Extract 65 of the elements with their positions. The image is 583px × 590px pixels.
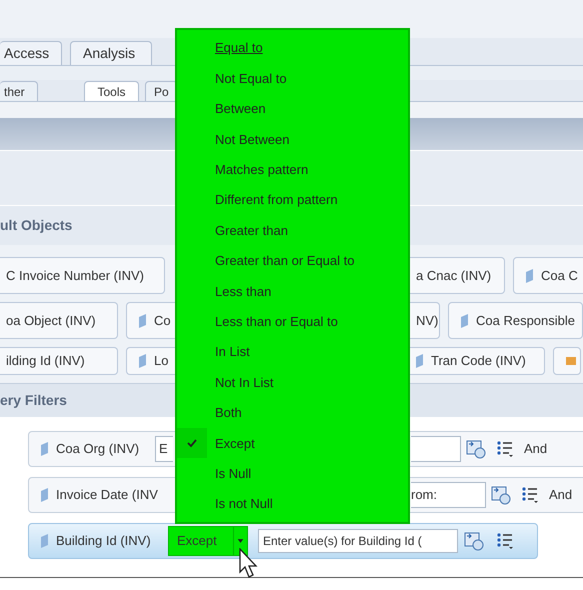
menu-item[interactable]: Is Null — [177, 458, 408, 489]
menu-item[interactable]: Less than or Equal to — [177, 306, 408, 337]
menu-item[interactable]: Greater than — [177, 215, 408, 246]
filter-object-label: Coa Org (INV) — [56, 440, 140, 458]
menu-item[interactable]: Not In List — [177, 367, 408, 398]
ribbon-tab[interactable]: ther — [0, 81, 38, 101]
menu-item[interactable]: Equal to — [177, 33, 408, 64]
menu-item[interactable]: Not Equal to — [177, 63, 408, 94]
menu-item[interactable]: Except — [177, 428, 408, 458]
values-icon[interactable] — [466, 439, 486, 459]
section-title: ult Objects — [0, 216, 72, 235]
menu-item[interactable]: Matches pattern — [177, 154, 408, 185]
values-icon[interactable] — [491, 485, 511, 505]
menu-item[interactable]: Between — [177, 94, 408, 124]
list-icon[interactable] — [521, 486, 539, 504]
operator-dropdown[interactable]: Except — [168, 526, 248, 556]
object-chip[interactable]: a Cnac (INV) — [410, 257, 505, 294]
object-chip[interactable]: C Invoice Number (INV) — [0, 257, 165, 294]
ribbon-tab[interactable]: Access — [0, 41, 62, 65]
object-label: Coa C — [541, 266, 578, 285]
menu-item[interactable]: Different from pattern — [177, 184, 408, 216]
operator-dropdown[interactable]: E — [155, 436, 173, 462]
value-field[interactable] — [411, 436, 461, 462]
filter-row[interactable]: Building Id (INV) Except Enter value(s) for Building Id ( — [28, 523, 538, 559]
ribbon-tab[interactable]: Analysis — [70, 41, 152, 65]
object-chip[interactable]: oa Object (INV) — [0, 302, 118, 339]
object-label: ilding Id (INV) — [6, 352, 85, 370]
menu-item[interactable]: Not Between — [177, 124, 408, 155]
object-chip[interactable]: Co — [126, 302, 175, 339]
object-chip[interactable]: Lo — [126, 347, 175, 375]
object-icon — [41, 534, 48, 548]
object-chip[interactable]: NV) — [410, 302, 440, 339]
connector-label[interactable]: And — [549, 485, 572, 505]
object-label: Co — [154, 312, 171, 330]
list-icon[interactable] — [496, 440, 514, 458]
object-chip[interactable]: ilding Id (INV) — [0, 347, 118, 375]
filter-object-label: Invoice Date (INV — [56, 486, 158, 504]
values-icon[interactable] — [464, 531, 484, 551]
menu-item[interactable]: Both — [177, 398, 408, 428]
object-icon — [41, 488, 48, 502]
object-label: C Invoice Number (INV) — [6, 266, 144, 285]
section-title: ery Filters — [0, 391, 67, 410]
list-icon[interactable] — [496, 532, 514, 550]
measure-icon — [566, 357, 576, 365]
ribbon-tab[interactable]: Tools — [84, 81, 139, 101]
object-label: Coa Responsible — [476, 312, 576, 330]
object-icon — [41, 442, 48, 456]
filter-object-label: Building Id (INV) — [56, 532, 151, 550]
object-label: Lo — [154, 352, 168, 370]
object-label: oa Object (INV) — [6, 312, 96, 330]
value-field[interactable]: Enter value(s) for Building Id ( — [258, 529, 458, 553]
menu-item[interactable]: Less than — [177, 276, 408, 307]
menu-item[interactable]: Greater than or Equal to — [177, 246, 408, 276]
object-chip[interactable]: Coa Responsible — [448, 302, 583, 339]
object-chip[interactable]: Tran Code (INV) — [410, 347, 545, 375]
menu-item[interactable]: Is not Null — [177, 488, 408, 520]
check-icon — [187, 438, 197, 448]
object-chip[interactable]: Coa C — [513, 257, 583, 294]
menu-item[interactable]: In List — [177, 336, 408, 368]
ribbon-tab[interactable]: Po — [145, 81, 178, 101]
object-label: a Cnac (INV) — [416, 266, 492, 285]
object-label: NV) — [416, 312, 438, 330]
connector-label[interactable]: And — [524, 439, 548, 459]
value-field[interactable]: rom: — [411, 482, 486, 508]
object-label: Tran Code (INV) — [431, 352, 526, 370]
